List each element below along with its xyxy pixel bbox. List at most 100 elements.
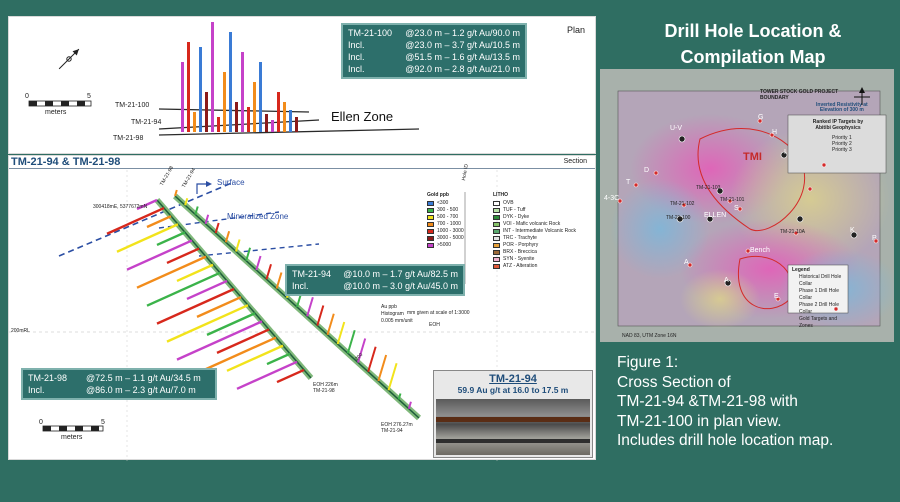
target-label-h: H bbox=[772, 129, 778, 136]
plan-hole-label-94: TM-21-94 bbox=[131, 119, 162, 126]
legend-swatch bbox=[493, 208, 500, 213]
map-legend-item: Gold Targets and Zones bbox=[799, 316, 837, 329]
drill-collar-marker bbox=[821, 162, 827, 168]
section-scale-bar bbox=[42, 425, 104, 432]
histogram-bar bbox=[146, 215, 172, 229]
elevation-label: 200mRL bbox=[11, 328, 30, 334]
inverted-resistivity-label: Inverted Resistivity at Elevation of 300… bbox=[816, 103, 868, 113]
legend-swatch bbox=[493, 264, 500, 269]
plan-hole-label-98: TM-21-98 bbox=[113, 135, 144, 142]
histogram-bar bbox=[275, 272, 283, 289]
location-map: TOWER STOCK GOLD PROJECT BOUNDARY Invert… bbox=[600, 69, 894, 342]
target-label-bench: Bench bbox=[750, 247, 770, 254]
histogram-bar bbox=[387, 362, 398, 391]
histogram-bar bbox=[265, 263, 272, 280]
tmi-label: TMI bbox=[743, 151, 762, 163]
histogram-bar bbox=[196, 295, 242, 318]
histogram-bar bbox=[166, 304, 249, 343]
histogram-bar bbox=[265, 114, 268, 132]
caption-line: Includes drill hole location map. bbox=[617, 432, 834, 449]
histogram-bar bbox=[216, 328, 270, 354]
legend-item: TRC - Trachyte bbox=[493, 235, 576, 242]
histogram-bar bbox=[236, 360, 298, 390]
target-label-g: G bbox=[758, 114, 764, 121]
histogram-bar bbox=[289, 110, 292, 132]
target-label-uv: U-V bbox=[670, 125, 683, 132]
map-footer: NAD 83, UTM Zone 16N bbox=[622, 333, 677, 339]
section-scale-right: 5 bbox=[101, 419, 105, 426]
histogram-bar bbox=[235, 102, 238, 132]
priority-item: Priority 3 bbox=[832, 147, 852, 153]
legend-label: <300 bbox=[437, 200, 449, 206]
histogram-bar bbox=[259, 62, 262, 132]
legend-item: 700 - 1000 bbox=[427, 221, 464, 228]
callout-row: Incl. @51.5 m – 1.6 g/t Au/13.5 m bbox=[348, 51, 520, 63]
surface-label: Surface bbox=[217, 178, 245, 187]
legend-label: POR - Porphyry bbox=[503, 242, 539, 248]
callout-value: @10.0 m – 1.7 g/t Au/82.5 m bbox=[343, 269, 458, 279]
ranked-ip-box: Ranked IP Targets by Abitibi Geophysics … bbox=[792, 119, 884, 153]
callout-key: Incl. bbox=[292, 281, 309, 291]
legend-item: OVB bbox=[493, 200, 576, 207]
callout-value: @23.0 m – 1.2 g/t Au/90.0 m bbox=[405, 28, 520, 38]
histogram-bar bbox=[223, 72, 226, 132]
histogram-bar bbox=[326, 313, 335, 336]
plan-histogram bbox=[181, 22, 298, 132]
histogram-bar bbox=[241, 52, 244, 132]
legend-swatch bbox=[493, 257, 500, 262]
legend-item: ATZ - Alteration bbox=[493, 263, 576, 270]
map-hole-103: TM-21-103 bbox=[696, 185, 721, 191]
litho-legend: LITHO OVB TUF - Tuff DYK - Dyke VOI - Mafic… bbox=[493, 192, 576, 270]
legend-item: <300 bbox=[427, 200, 464, 207]
legend-label: OVB bbox=[503, 200, 514, 206]
legend-label: BRX - Breccica bbox=[503, 249, 537, 255]
legend-item: 3000 - 5000 bbox=[427, 235, 464, 242]
histogram-bar bbox=[187, 42, 190, 132]
histogram-bar bbox=[181, 62, 184, 132]
ranked-line: Abitibi Geophysics bbox=[815, 125, 861, 131]
callout-key: TM-21-94 bbox=[292, 269, 332, 279]
callout-value: @92.0 m – 2.8 g/t Au/21.0 m bbox=[405, 64, 520, 74]
histogram-note-line: 0.005 mm/unit bbox=[381, 318, 413, 324]
histogram-bar bbox=[205, 92, 208, 132]
callout-tm-21-94: TM-21-94 @10.0 m – 1.7 g/t Au/82.5 m Incl… bbox=[285, 264, 465, 296]
histogram-bar bbox=[377, 354, 388, 382]
legend-label: 300 - 500 bbox=[437, 207, 459, 213]
legend-label: DYK - Dyke bbox=[503, 214, 530, 220]
target-label-ellen: ELLEN bbox=[704, 212, 727, 219]
map-hole-10a: TM-21-10A bbox=[780, 229, 806, 235]
target-label-a2: A bbox=[724, 277, 729, 284]
legend-swatch bbox=[493, 236, 500, 241]
callout-key: Incl. bbox=[348, 40, 365, 50]
core-title: TM-21-94 bbox=[489, 373, 537, 385]
collar-coords: 300418mE, 5377672mN bbox=[93, 204, 148, 210]
legend-swatch bbox=[493, 243, 500, 248]
histogram-bar bbox=[247, 107, 250, 132]
legend-swatch bbox=[427, 201, 434, 206]
legend-swatch bbox=[427, 208, 434, 213]
callout-row: TM-21-98 @72.5 m – 1.1 g/t Au/34.5 m bbox=[28, 372, 210, 384]
north-arrow-icon bbox=[58, 48, 80, 70]
eoh-label: EOH bbox=[429, 322, 440, 328]
legend-swatch bbox=[427, 243, 434, 248]
map-title: Drill Hole Location & Compilation Map bbox=[612, 18, 894, 70]
litho-legend-title: LITHO bbox=[493, 192, 508, 198]
legend-item: 500 - 700 bbox=[427, 214, 464, 221]
histogram-bar bbox=[199, 47, 202, 132]
callout-key: Incl. bbox=[348, 64, 365, 74]
histogram-bar bbox=[295, 117, 298, 132]
callout-value: @51.5 m – 1.6 g/t Au/13.5 m bbox=[405, 52, 520, 62]
section-scale-left: 0 bbox=[39, 419, 43, 426]
eoh-94-label: EOH 276.27m TM-21-94 bbox=[381, 422, 413, 434]
legend-item: VOI - Mafic volcanic Rock bbox=[493, 221, 576, 228]
legend-swatch bbox=[427, 236, 434, 241]
map-legend-title: Legend bbox=[792, 267, 810, 273]
legend-item: INT - Intermediate Volcanic Rock bbox=[493, 228, 576, 235]
plan-intercept-callout: TM-21-100 @23.0 m – 1.2 g/t Au/90.0 m Inc… bbox=[341, 23, 527, 79]
histogram-bar bbox=[193, 112, 196, 132]
drill-collar-marker bbox=[807, 186, 813, 192]
legend-label: 500 - 700 bbox=[437, 214, 459, 220]
priority-list: Priority 1 Priority 2 Priority 3 bbox=[792, 135, 884, 153]
plan-scale-bar bbox=[28, 100, 92, 107]
legend-item: POR - Porphyry bbox=[493, 242, 576, 249]
